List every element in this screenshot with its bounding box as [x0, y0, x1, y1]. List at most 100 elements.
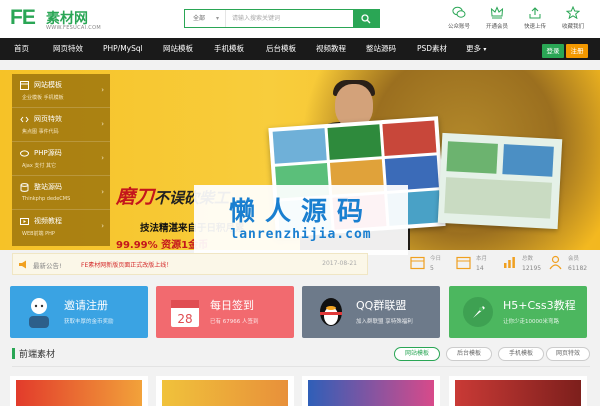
announcement-date: 2017-08-21 [322, 260, 357, 267]
database-icon [20, 183, 29, 192]
tile-checkin[interactable]: 28 每日签到 已有 67966 人签到 [156, 286, 294, 338]
chevron-right-icon: › [101, 86, 104, 94]
chevron-right-icon: › [101, 188, 104, 196]
svg-text:28: 28 [177, 312, 192, 326]
section-divider [12, 366, 590, 367]
chevron-right-icon: › [101, 222, 104, 230]
calendar-icon [410, 256, 425, 270]
side-item-subs: 焦点图 事件代码 [22, 129, 59, 135]
chevron-down-icon: ▾ [483, 46, 487, 53]
search-bar: 全部 请输入搜索关键词 [184, 9, 380, 28]
tile-title: QQ群联盟 [356, 299, 407, 312]
nav-more-label: 更多 [466, 44, 481, 53]
resource-card[interactable] [302, 376, 440, 406]
site-logo[interactable]: FE 素材网 WWW.FESUCAI.COM [10, 6, 120, 34]
tile-title: 每日签到 [210, 299, 254, 312]
watermark-url: lanrenzhijia.com [230, 227, 372, 242]
main-nav: 首页 网页特效 PHP/MySql 网站模板 手机模板 后台模板 视频教程 整站… [0, 38, 600, 60]
login-button[interactable]: 登录 [542, 44, 564, 58]
tab-mobile-templates[interactable]: 手机模板 [498, 347, 544, 361]
stat-value: 61182 [568, 265, 588, 272]
tile-qq-group[interactable]: QQ群联盟 加入群联盟 享特殊福利 [302, 286, 440, 338]
stat-label: 会员 [568, 256, 580, 262]
tile-h5-tutorial[interactable]: H5+Css3教程 让你少走10000米弯路 [449, 286, 587, 338]
resource-card[interactable] [156, 376, 294, 406]
nav-item-more[interactable]: 更多 ▾ [466, 38, 486, 61]
tool-label: 公众账号 [447, 24, 470, 30]
search-input[interactable]: 请输入搜索关键词 [225, 10, 353, 27]
upload-icon [529, 7, 541, 19]
nav-item-source[interactable]: 整站源码 [366, 38, 396, 60]
nav-item-mobile[interactable]: 手机模板 [214, 38, 244, 60]
slogan-highlight: 磨刀 [116, 187, 155, 208]
side-item-subs: Ajax 支付 其它 [22, 163, 57, 169]
tool-favorite[interactable]: 收藏我们 [558, 6, 588, 30]
crown-icon [490, 6, 504, 19]
search-icon [361, 13, 371, 23]
side-item-source[interactable]: 整站源码 Thinkphp dedeCMS › [12, 176, 110, 210]
side-item-video[interactable]: 视频教程 WEB前端 PHP › [12, 210, 110, 244]
watermark-overlay: 懒人源码 lanrenzhijia.com [194, 185, 408, 255]
announcement-bar[interactable]: 最新公告! FE素材网新版页面正式改版上线！ 2017-08-21 [12, 253, 368, 275]
nav-item-video[interactable]: 视频教程 [316, 38, 346, 60]
tile-invite[interactable]: 邀请注册 获取丰厚的金币奖励 [10, 286, 148, 338]
layout-icon [20, 81, 29, 90]
side-item-subs: Thinkphp dedeCMS [22, 196, 71, 202]
side-item-title: 网页特效 [34, 115, 62, 123]
megaphone-icon [19, 260, 26, 269]
logo-mark: FE [10, 6, 36, 30]
side-item-title: 网站模板 [34, 81, 62, 89]
tile-sub: 加入群联盟 享特殊福利 [356, 319, 413, 325]
tab-site-templates[interactable]: 网站模板 [394, 347, 440, 361]
tile-title: 邀请注册 [64, 299, 108, 312]
chevron-right-icon: › [101, 154, 104, 162]
stat-members: 会员 61182 [548, 252, 592, 278]
side-item-effects[interactable]: 网页特效 焦点图 事件代码 › [12, 108, 110, 142]
tool-label: 收藏我们 [561, 24, 584, 30]
section-title: 前端素材 [19, 350, 56, 360]
resource-card[interactable] [449, 376, 587, 406]
tool-upload[interactable]: 快速上传 [520, 6, 550, 30]
nav-item-php[interactable]: PHP/MySql [103, 38, 143, 60]
qq-penguin-icon [320, 298, 342, 326]
nav-item-effects[interactable]: 网页特效 [53, 38, 83, 60]
announcement-label: 最新公告! [33, 262, 62, 270]
code-icon [20, 116, 29, 123]
search-button[interactable] [353, 10, 379, 27]
tab-admin-templates[interactable]: 后台模板 [446, 347, 492, 361]
stat-label: 今日 [430, 256, 442, 262]
stat-value: 5 [430, 265, 434, 272]
side-item-title: 整站源码 [34, 183, 62, 191]
tab-web-effects[interactable]: 网页特效 [546, 347, 590, 361]
announcement-text[interactable]: FE素材网新版页面正式改版上线！ [81, 260, 172, 269]
tile-title: H5+Css3教程 [503, 299, 576, 312]
stat-label: 本月 [476, 256, 488, 262]
tool-wechat[interactable]: 公众账号 [444, 6, 474, 30]
logo-mark-text: FE [10, 6, 36, 29]
stat-month: 本月 14 [456, 252, 500, 278]
side-item-title: 视频教程 [34, 217, 62, 225]
nav-item-home[interactable]: 首页 [14, 38, 29, 60]
calendar-icon: 28 [171, 300, 199, 327]
invite-person-icon [29, 298, 49, 328]
nav-item-templates[interactable]: 网站模板 [163, 38, 193, 60]
user-icon [549, 255, 562, 270]
category-side-menu: 网站模板 企业模板 手机模板 › 网页特效 焦点图 事件代码 › PHP源码 A… [12, 74, 110, 246]
tile-sub: 让你少走10000米弯路 [503, 319, 559, 325]
nav-item-admin[interactable]: 后台模板 [266, 38, 296, 60]
stat-label: 总数 [522, 256, 534, 262]
register-button[interactable]: 注册 [566, 44, 588, 58]
watermark-cn: 懒人源码 [228, 197, 373, 227]
header-tools: 公众账号 开通会员 快速上传 收藏我们 [444, 6, 588, 30]
resource-card[interactable] [10, 376, 148, 406]
nav-item-psd[interactable]: PSD素材 [417, 38, 447, 60]
tile-sub: 已有 67966 人签到 [210, 319, 259, 325]
wechat-icon [452, 6, 466, 18]
side-item-templates[interactable]: 网站模板 企业模板 手机模板 › [12, 74, 110, 108]
stat-value: 12195 [522, 265, 542, 272]
search-scope-select[interactable]: 全部 [185, 10, 225, 27]
tool-vip[interactable]: 开通会员 [482, 6, 512, 30]
section-frontend: 前端素材 网站模板 后台模板 手机模板 网页特效 [12, 344, 590, 362]
side-item-php[interactable]: PHP源码 Ajax 支付 其它 › [12, 142, 110, 176]
video-icon [20, 218, 29, 225]
